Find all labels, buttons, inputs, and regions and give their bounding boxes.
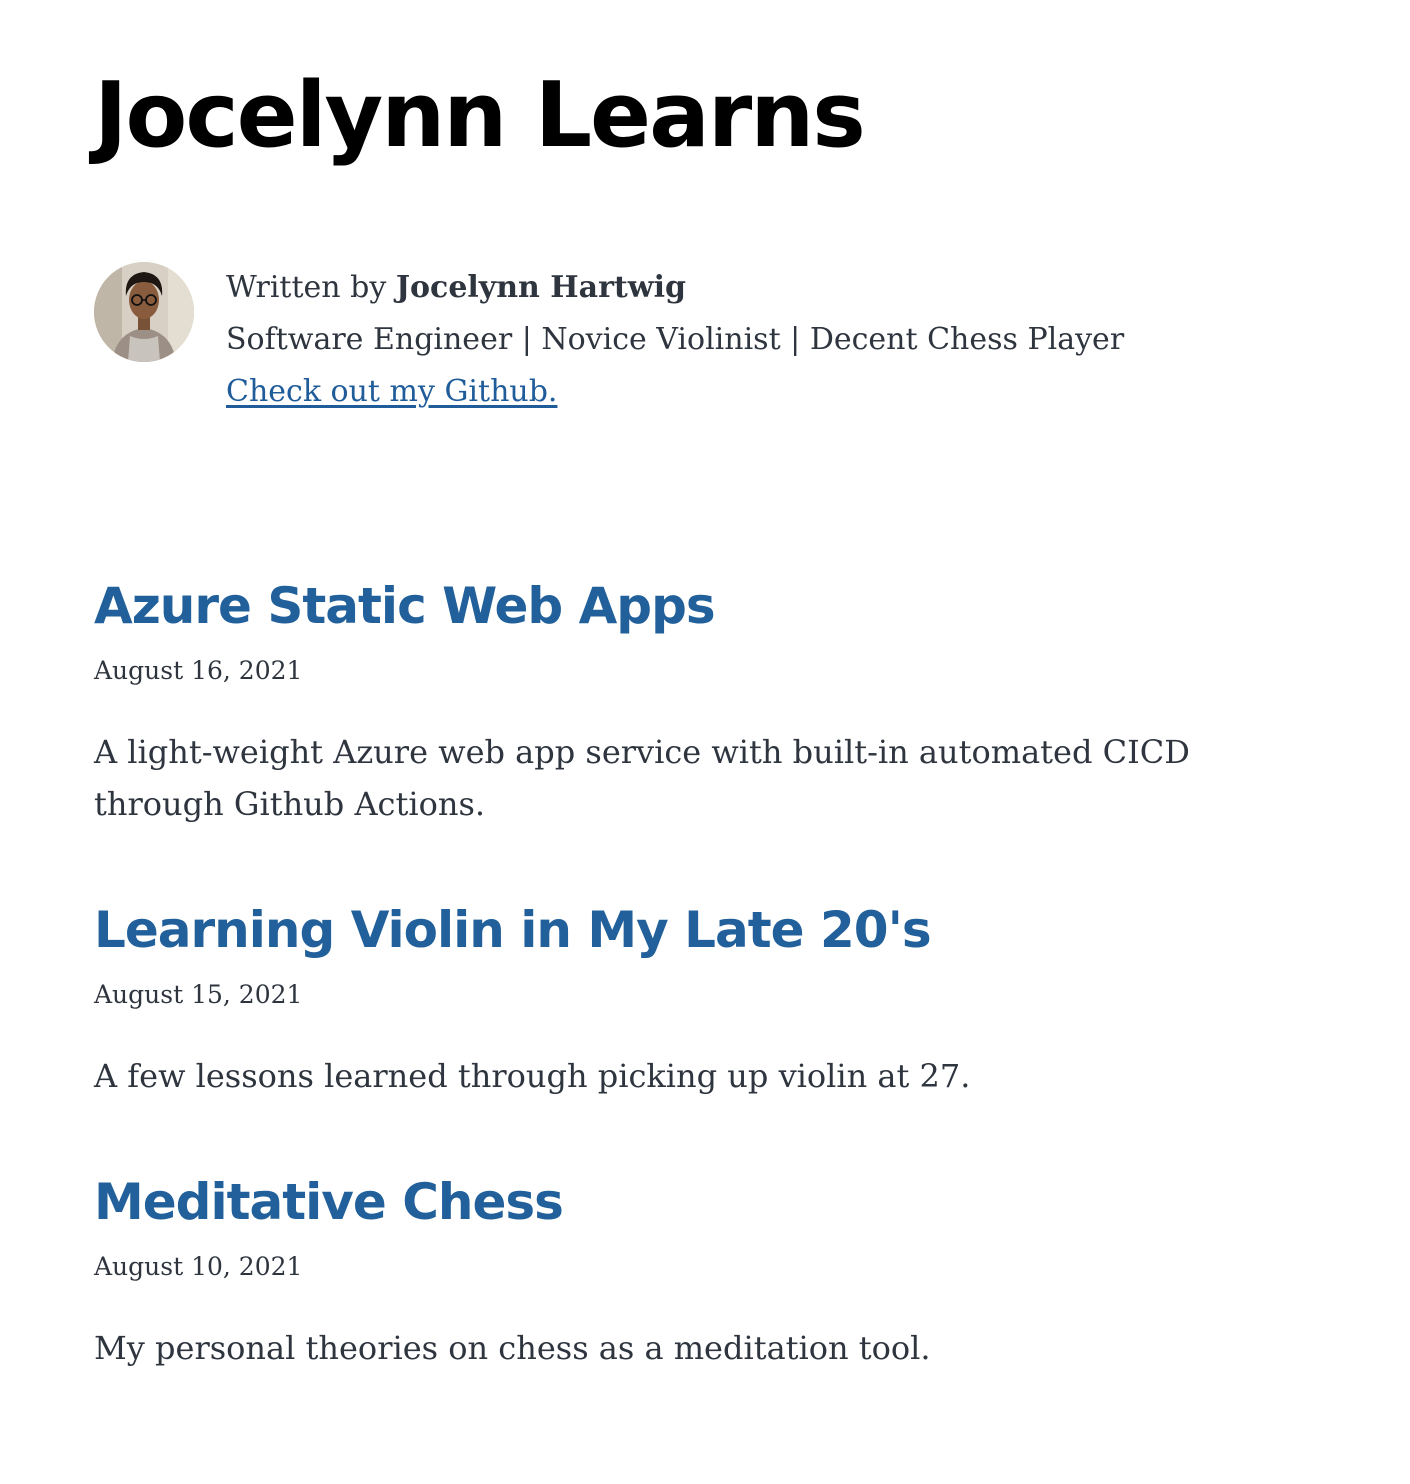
post-date: August 15, 2021 [94,980,303,1009]
author-photo-icon [94,262,194,362]
author-line: Written by Jocelynn Hartwig [226,262,1124,314]
author-name: Jocelynn Hartwig [395,270,686,305]
post-date: August 16, 2021 [94,656,303,685]
github-link[interactable]: Check out my Github. [226,374,557,409]
post-item: Meditative Chess August 10, 2021 My pers… [94,1172,1314,1374]
github-line: Check out my Github. [226,366,1124,418]
post-excerpt: A light-weight Azure web app service wit… [94,733,1190,823]
post-excerpt: My personal theories on chess as a medit… [94,1329,931,1367]
post-item: Azure Static Web Apps August 16, 2021 A … [94,576,1314,830]
avatar [94,262,194,362]
site-title[interactable]: Jocelynn Learns [94,63,866,168]
post-title-link[interactable]: Meditative Chess [94,1173,564,1231]
post-title[interactable]: Azure Static Web Apps [94,576,1314,636]
author-tagline: Software Engineer | Novice Violinist | D… [226,322,1125,357]
post-title-link[interactable]: Azure Static Web Apps [94,577,716,635]
written-by-label: Written by [226,270,396,305]
author-bio: Written by Jocelynn Hartwig Software Eng… [94,262,1314,422]
post-item: Learning Violin in My Late 20's August 1… [94,900,1314,1102]
site-title-text[interactable]: Jocelynn Learns [94,63,866,168]
post-excerpt: A few lessons learned through picking up… [94,1057,971,1095]
bio-text: Written by Jocelynn Hartwig Software Eng… [226,262,1124,418]
post-title[interactable]: Learning Violin in My Late 20's [94,900,1314,960]
post-title-link[interactable]: Learning Violin in My Late 20's [94,901,932,959]
post-title[interactable]: Meditative Chess [94,1172,1314,1232]
post-date: August 10, 2021 [94,1252,303,1281]
